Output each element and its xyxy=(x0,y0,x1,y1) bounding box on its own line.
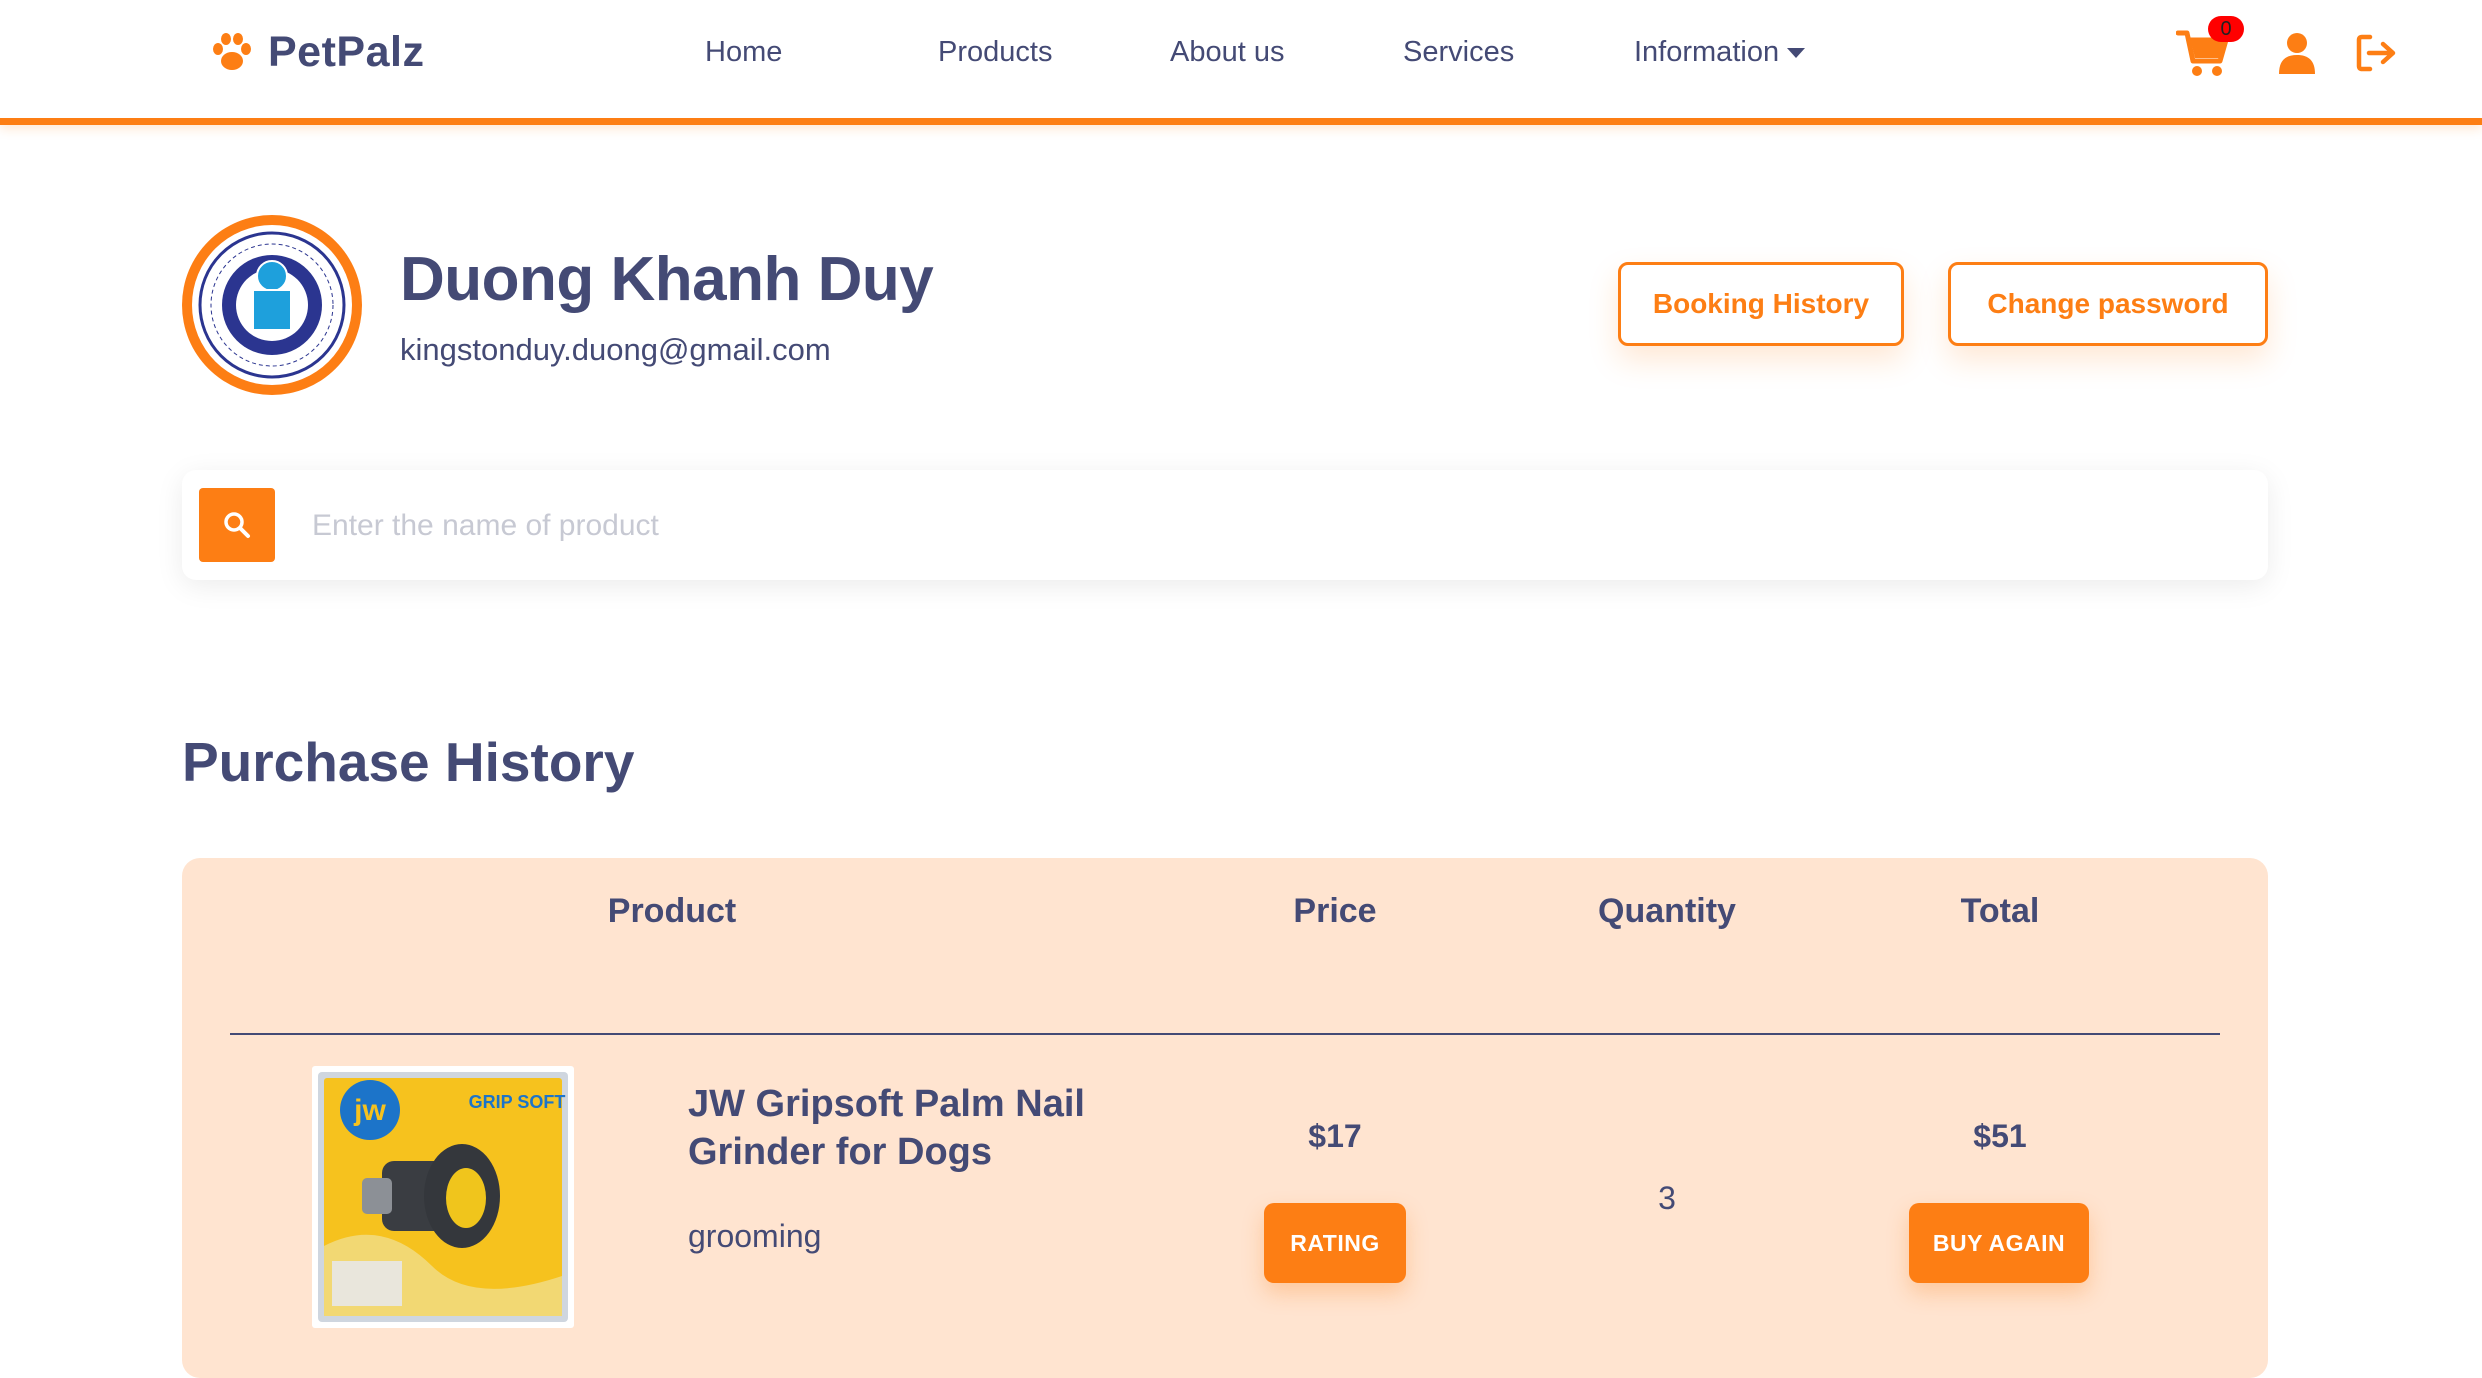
caret-down-icon xyxy=(1787,48,1806,59)
product-price: $17 xyxy=(1308,1118,1362,1154)
column-header-quantity: Quantity xyxy=(1598,892,1736,930)
nav-about-us[interactable]: About us xyxy=(1170,36,1284,69)
search-bar xyxy=(182,470,2268,580)
column-header-total: Total xyxy=(1960,892,2040,930)
product-image-label: GRIP SOFT xyxy=(469,1092,566,1112)
top-navbar: PetPalz Home Products About us Services … xyxy=(0,0,2482,125)
avatar xyxy=(182,215,362,395)
logout-icon[interactable] xyxy=(2356,34,2398,72)
nav-information-label: Information xyxy=(1634,36,1780,68)
brand-name: PetPalz xyxy=(268,28,425,76)
column-header-product: Product xyxy=(607,892,737,930)
buy-again-button[interactable]: BUY AGAIN xyxy=(1909,1203,2089,1283)
search-icon xyxy=(224,512,250,538)
brand-logo[interactable]: PetPalz xyxy=(210,28,424,77)
change-password-button[interactable]: Change password xyxy=(1948,262,2268,346)
university-seal-icon xyxy=(192,225,352,385)
user-icon[interactable] xyxy=(2278,32,2316,74)
profile-email: kingstonduy.duong@gmail.com xyxy=(400,332,831,367)
nail-grinder-product-image: jw GRIP SOFT xyxy=(318,1072,568,1322)
product-total: $51 xyxy=(1973,1118,2027,1154)
product-category: grooming xyxy=(688,1218,822,1254)
product-image: jw GRIP SOFT xyxy=(312,1066,574,1328)
search-input[interactable] xyxy=(310,498,2214,554)
paw-icon xyxy=(213,32,251,70)
booking-history-button[interactable]: Booking History xyxy=(1618,262,1904,346)
rating-button[interactable]: RATING xyxy=(1264,1203,1406,1283)
product-image-brand: jw xyxy=(353,1094,386,1127)
nav-products[interactable]: Products xyxy=(938,36,1052,69)
product-quantity: 3 xyxy=(1658,1180,1676,1216)
nav-services[interactable]: Services xyxy=(1403,36,1514,69)
search-button[interactable] xyxy=(199,488,275,562)
profile-name: Duong Khanh Duy xyxy=(400,245,934,314)
nav-information[interactable]: Information xyxy=(1634,36,1806,69)
table-divider xyxy=(230,1033,2220,1035)
product-name[interactable]: JW Gripsoft Palm Nail Grinder for Dogs xyxy=(688,1080,1168,1176)
column-header-price: Price xyxy=(1293,892,1377,930)
nav-home[interactable]: Home xyxy=(705,36,782,69)
purchase-history-title: Purchase History xyxy=(182,731,635,793)
cart-count-badge: 0 xyxy=(2208,16,2244,42)
